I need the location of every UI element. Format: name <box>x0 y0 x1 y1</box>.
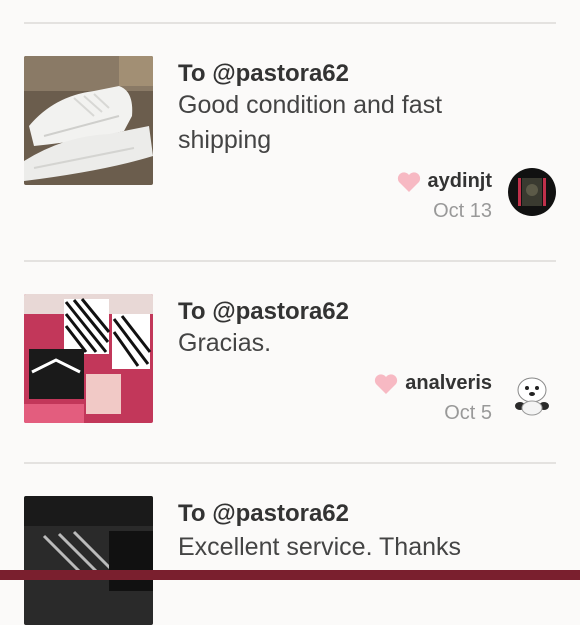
listing-thumbnail[interactable] <box>24 56 153 185</box>
reviewer-username[interactable]: aydinjt <box>428 170 492 193</box>
reviewer-row: analveris <box>373 372 492 395</box>
recipient-line: To @pastora62 <box>178 500 349 527</box>
recipient-line: To @pastora62 <box>178 60 349 87</box>
divider <box>24 22 556 24</box>
divider <box>24 462 556 464</box>
review-comment: Good condition and fast shipping <box>178 91 443 154</box>
black-bag-photo <box>24 496 153 625</box>
listing-thumbnail[interactable] <box>24 496 153 625</box>
avatar[interactable] <box>508 370 556 418</box>
review-date: Oct 13 <box>433 200 492 222</box>
review-comment: Gracias. <box>178 329 272 357</box>
heart-icon[interactable] <box>373 373 399 395</box>
divider <box>24 260 556 262</box>
review-comment: Excellent service. Thanks <box>178 533 461 561</box>
white-sneakers-photo <box>24 56 153 185</box>
dark-avatar <box>508 168 556 216</box>
bottom-bar <box>0 570 580 580</box>
review-date: Oct 5 <box>444 402 492 424</box>
reviewer-username[interactable]: analveris <box>405 372 492 395</box>
cartoon-avatar <box>508 370 556 418</box>
reviewer-row: aydinjt <box>396 170 492 193</box>
listing-thumbnail[interactable] <box>24 294 153 423</box>
striped-bags-photo <box>24 294 153 423</box>
avatar[interactable] <box>508 168 556 216</box>
recipient-line: To @pastora62 <box>178 298 349 325</box>
heart-icon[interactable] <box>396 171 422 193</box>
